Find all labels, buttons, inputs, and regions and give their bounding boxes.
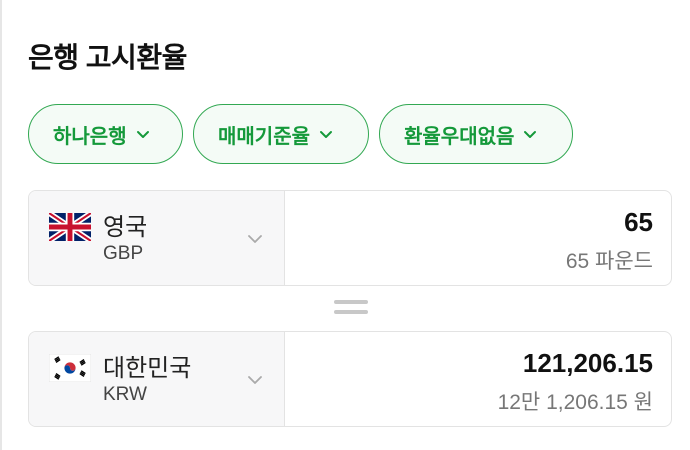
rate-type-label: 매매기준율 xyxy=(218,125,310,148)
from-amount-text: 65 파운드 xyxy=(565,250,653,273)
to-amount-input[interactable]: 121,206.15 12만 1,206.15 원 xyxy=(285,332,671,426)
equals-icon xyxy=(334,300,368,320)
to-currency-select[interactable]: 대한민국 KRW xyxy=(29,332,285,426)
chevron-down-icon xyxy=(136,131,149,138)
to-currency-box: 대한민국 KRW 121,206.15 12만 1,206.15 원 xyxy=(28,331,672,427)
uk-flag-icon xyxy=(49,213,91,241)
from-currency-box: 영국 GBP 65 65 파운드 xyxy=(28,190,672,286)
chevron-down-icon xyxy=(248,376,262,384)
to-currency-code: KRW xyxy=(103,384,147,405)
to-amount-value: 121,206.15 xyxy=(522,348,653,378)
from-currency-code: GBP xyxy=(103,243,144,264)
bank-select-chip[interactable]: 하나은행 xyxy=(28,104,183,164)
panel-left-border xyxy=(0,0,2,450)
from-currency-name: 영국 xyxy=(103,214,148,241)
preferential-rate-chip[interactable]: 환율우대없음 xyxy=(379,104,573,164)
preferential-rate-label: 환율우대없음 xyxy=(404,125,515,148)
from-amount-value: 65 xyxy=(624,207,653,237)
to-currency-name: 대한민국 xyxy=(103,355,192,382)
chevron-down-icon xyxy=(524,131,537,138)
kr-flag-icon xyxy=(49,354,91,382)
page-title: 은행 고시환율 xyxy=(28,42,187,73)
filter-chips: 하나은행 매매기준율 환율우대없음 xyxy=(28,104,573,164)
from-amount-input[interactable]: 65 65 파운드 xyxy=(285,191,671,285)
from-currency-select[interactable]: 영국 GBP xyxy=(29,191,285,285)
chevron-down-icon xyxy=(320,131,332,138)
chevron-down-icon xyxy=(248,235,262,243)
bank-select-label: 하나은행 xyxy=(53,125,127,148)
rate-type-chip[interactable]: 매매기준율 xyxy=(193,104,369,164)
to-amount-text: 12만 1,206.15 원 xyxy=(497,391,653,414)
